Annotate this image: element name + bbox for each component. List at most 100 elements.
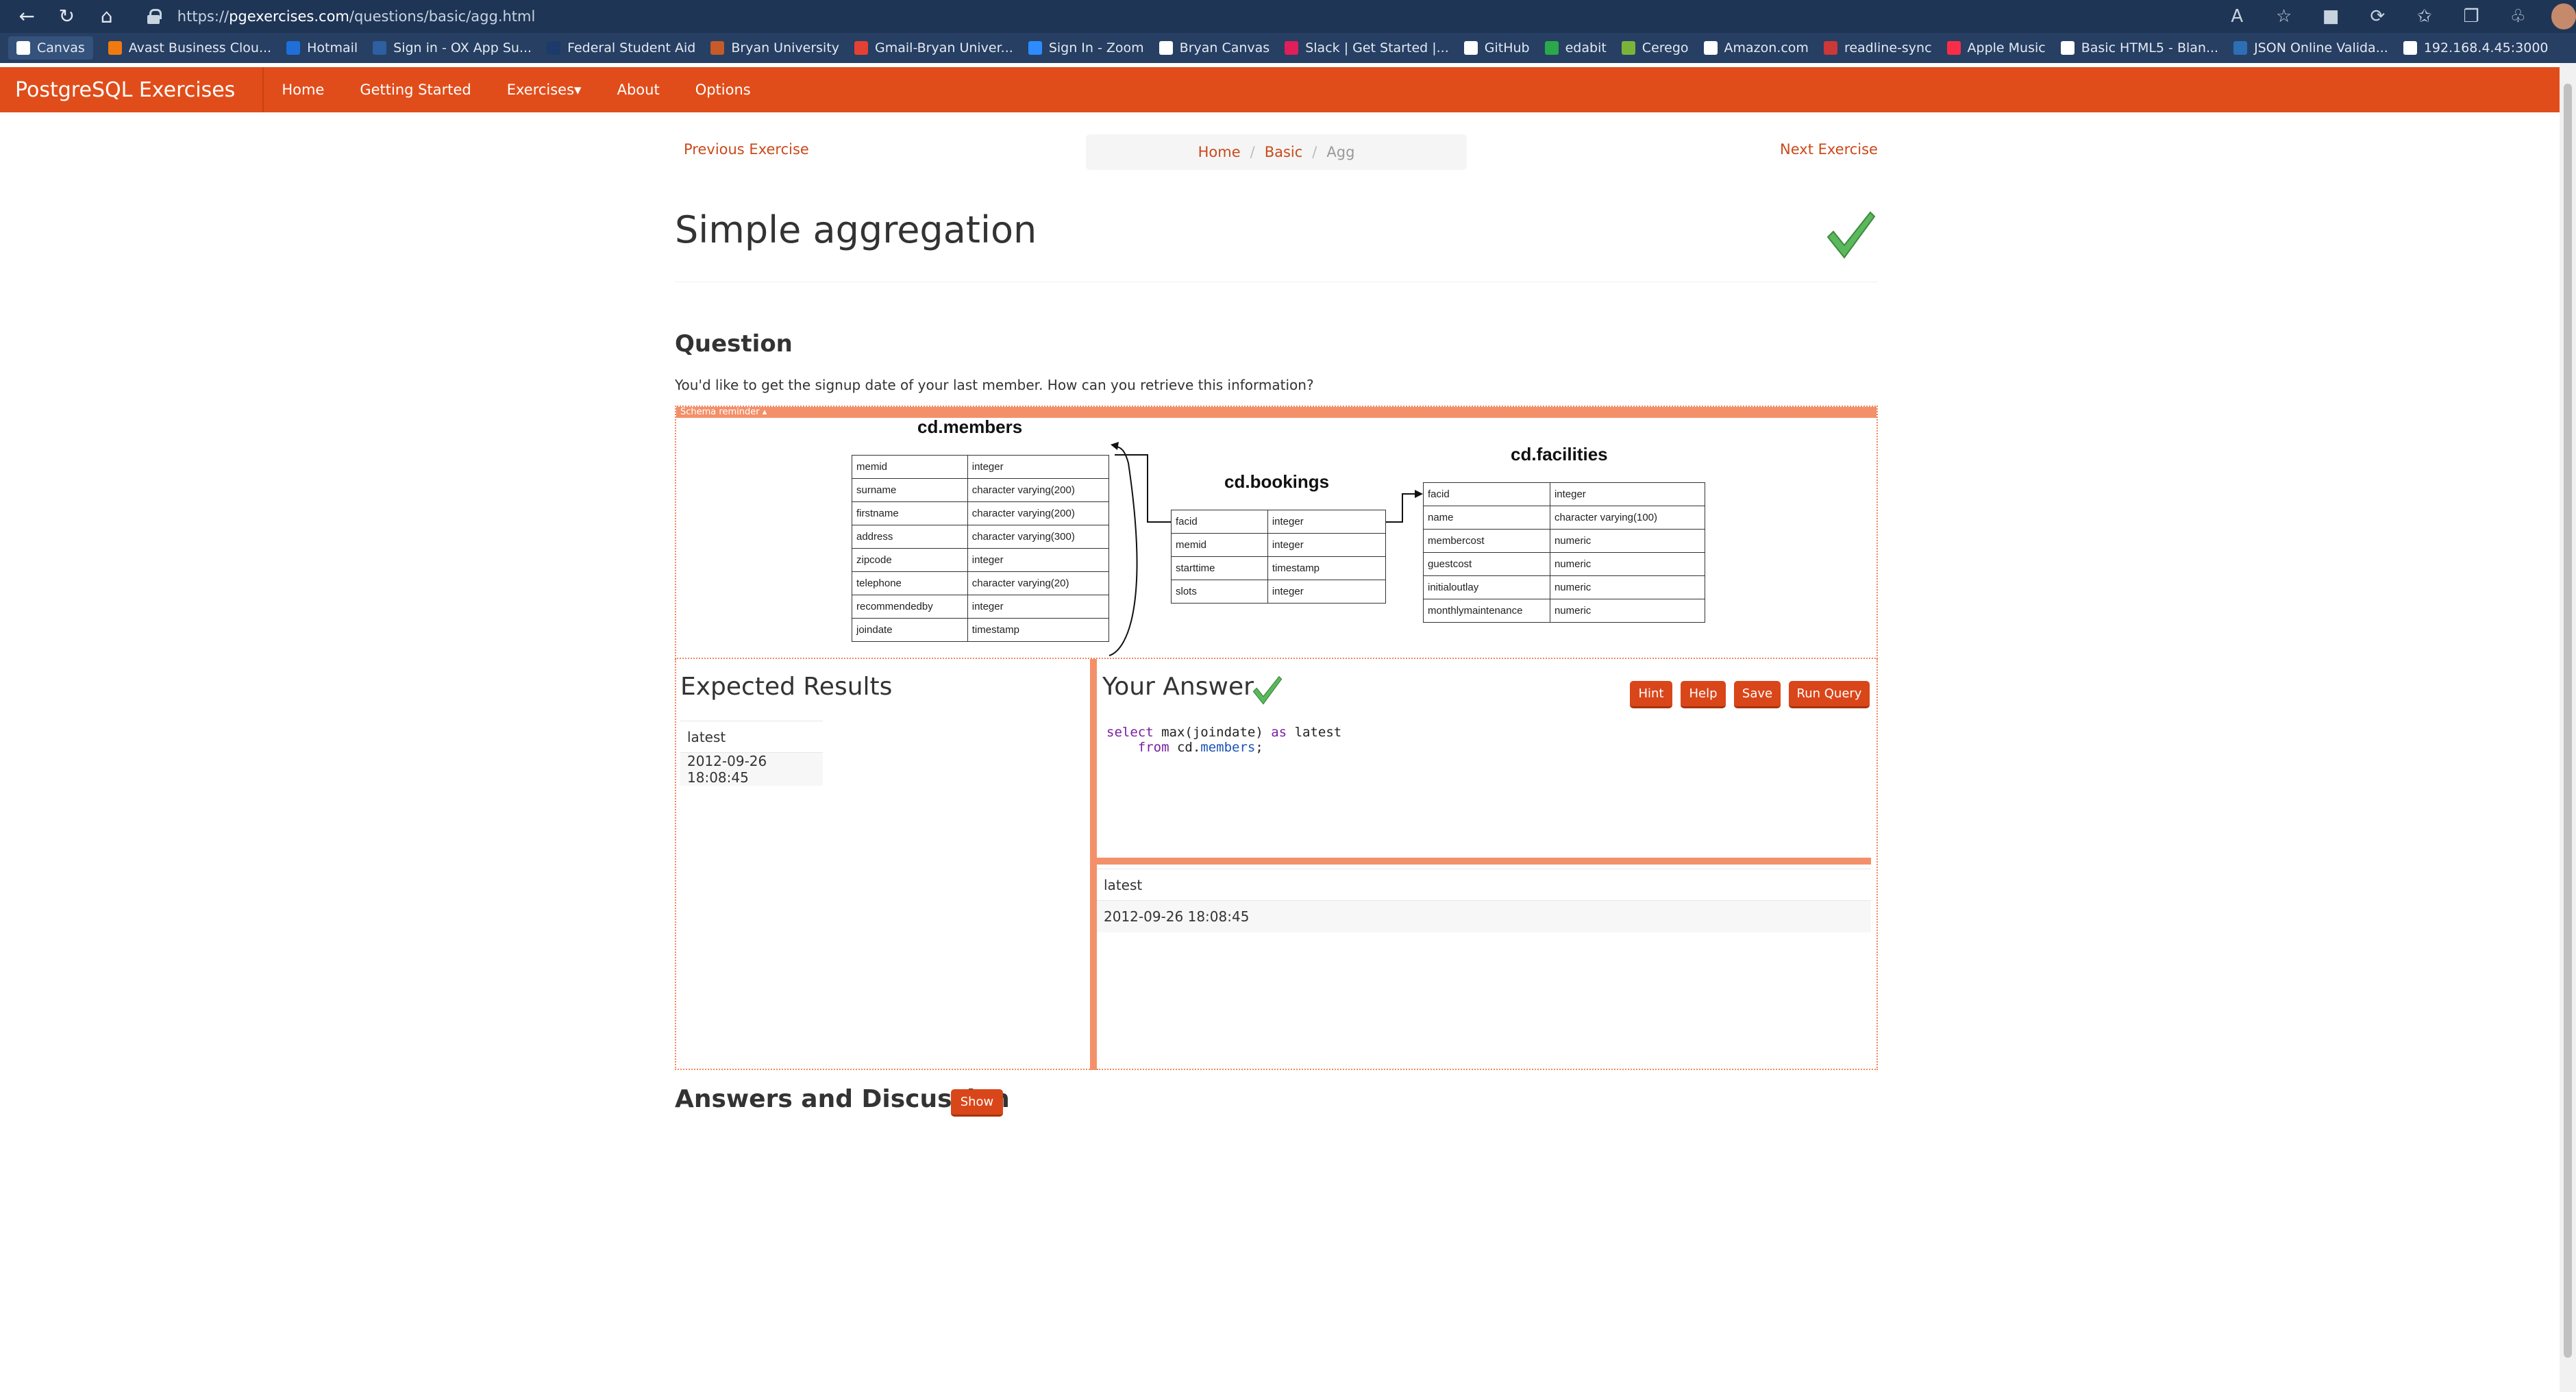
bookmark-favicon-icon [1463, 41, 1478, 55]
code-table-name: members [1200, 740, 1256, 755]
bookmark-label: Canvas [37, 40, 85, 55]
bookmark-favicon-icon [1028, 41, 1042, 55]
collections-icon[interactable]: ❐ [2459, 3, 2484, 29]
bookmark-item[interactable]: Apple Music [1946, 36, 2046, 60]
bookmark-item[interactable]: Bryan University [710, 36, 839, 60]
bookmark-label: Sign In - Zoom [1048, 40, 1144, 55]
code-text: max(joindate) [1153, 725, 1272, 740]
bookmark-item[interactable]: Amazon.com [1703, 36, 1809, 60]
bookmark-label: Sign in - OX App Su... [393, 40, 532, 55]
bookmark-item[interactable]: Sign in - OX App Su... [373, 36, 532, 60]
table-row: 2012-09-26 18:08:45 [1097, 900, 1871, 932]
bookmark-label: Apple Music [1967, 40, 2046, 55]
bookmark-item[interactable]: Avast Business Clou... [108, 36, 271, 60]
bookmark-favicon-icon [16, 41, 30, 55]
previous-exercise-link[interactable]: Previous Exercise [684, 141, 809, 158]
bookmark-item[interactable]: 192.168.4.45:3000 [2403, 36, 2549, 60]
back-icon[interactable]: ← [14, 3, 40, 30]
bookmark-favicon-icon [1823, 41, 1837, 55]
help-button[interactable]: Help [1681, 681, 1726, 708]
bookmark-favicon-icon [2403, 41, 2417, 55]
bookmark-item[interactable]: Sign In - Zoom [1028, 36, 1144, 60]
extensions-icon[interactable]: ♧ [2505, 3, 2530, 29]
run-query-button[interactable]: Run Query [1789, 681, 1870, 708]
bookmark-label: Avast Business Clou... [128, 40, 272, 55]
bookmark-label: edabit [1565, 40, 1607, 55]
lock-icon [145, 8, 162, 25]
bookmark-favicon-icon [286, 41, 301, 55]
home-icon[interactable]: ⌂ [94, 3, 120, 30]
bookmark-item[interactable]: Slack | Get Started |... [1285, 36, 1449, 60]
panel-splitter[interactable] [1090, 659, 1097, 1070]
table-row: latest [680, 721, 823, 753]
breadcrumb-home[interactable]: Home [1198, 144, 1241, 160]
next-exercise-link[interactable]: Next Exercise [1780, 141, 1878, 158]
code-keyword: select [1106, 725, 1154, 740]
breadcrumb: Home / Basic / Agg [1086, 134, 1467, 170]
bookmark-label: Federal Student Aid [567, 40, 696, 55]
schema-reminder: Schema reminder ▴ cd.members memid intege… [675, 406, 1878, 659]
bookmark-label: Cerego [1642, 40, 1689, 55]
url-path: /questions/basic/agg.html [349, 8, 536, 25]
nav-about[interactable]: About [599, 67, 678, 112]
nav-getting-started[interactable]: Getting Started [342, 67, 488, 112]
bookmark-item[interactable]: JSON Online Valida... [2233, 36, 2388, 60]
bookmark-favicon-icon [108, 41, 122, 55]
question-text: You'd like to get the signup date of you… [675, 377, 1314, 393]
sync-icon[interactable]: ⟳ [2365, 3, 2390, 29]
bookmark-item[interactable]: Canvas [8, 36, 93, 60]
nav-exercises-dropdown[interactable]: Exercises▾ [489, 67, 599, 112]
favorite-star-icon[interactable]: ☆ [2271, 3, 2296, 29]
breadcrumb-separator: / [1250, 144, 1255, 160]
nav-options[interactable]: Options [678, 67, 769, 112]
bookmark-label: Bryan University [731, 40, 840, 55]
brand-link[interactable]: PostgreSQL Exercises [15, 78, 235, 102]
bookmark-item[interactable]: edabit [1544, 36, 1607, 60]
extension-icon[interactable]: ■ [2318, 3, 2343, 29]
bookmark-favicon-icon [373, 41, 387, 55]
save-button[interactable]: Save [1734, 681, 1781, 708]
favorites-icon[interactable]: ✩ [2412, 3, 2437, 29]
url-host: pgexercises.com [229, 8, 349, 25]
bookmark-item[interactable]: readline-sync [1823, 36, 1932, 60]
bookmark-label: Gmail-Bryan Univer... [875, 40, 1013, 55]
expected-results-heading: Expected Results [680, 673, 893, 701]
bookmark-item[interactable]: Bryan Canvas [1159, 36, 1270, 60]
column-header: latest [1097, 869, 1871, 901]
table-row: latest [1097, 869, 1871, 901]
bookmark-item[interactable]: Cerego [1621, 36, 1689, 60]
bookmark-favicon-icon [1703, 41, 1718, 55]
url-prefix: https:// [177, 8, 230, 25]
code-text: ; [1255, 740, 1263, 755]
browser-toolbar: ← ↻ ⌂ https://pgexercises.com/questions/… [0, 0, 2576, 33]
bookmark-label: readline-sync [1844, 40, 1932, 55]
bookmark-favicon-icon [547, 41, 561, 55]
results-splitter[interactable] [1097, 858, 1871, 865]
breadcrumb-basic[interactable]: Basic [1265, 144, 1303, 160]
bookmark-label: Hotmail [307, 40, 358, 55]
sql-editor[interactable]: select max(joindate) as latest from cd.m… [1106, 725, 1868, 855]
bookmark-favicon-icon [854, 41, 869, 55]
your-answer-heading: Your Answer [1102, 673, 1254, 701]
avatar[interactable] [2551, 3, 2576, 29]
bookmark-label: Amazon.com [1724, 40, 1809, 55]
nav-home[interactable]: Home [264, 67, 342, 112]
bookmark-favicon-icon [1946, 41, 1961, 55]
hint-button[interactable]: Hint [1630, 681, 1672, 708]
code-text: cd. [1169, 740, 1201, 755]
bookmark-item[interactable]: Basic HTML5 - Blan... [2060, 36, 2218, 60]
table-cell: 2012-09-26 18:08:45 [680, 752, 823, 786]
show-discussion-button[interactable]: Show [951, 1089, 1003, 1117]
read-aloud-icon[interactable]: A [2225, 3, 2249, 29]
address-bar[interactable]: https://pgexercises.com/questions/basic/… [145, 3, 2203, 30]
bookmark-item[interactable]: Federal Student Aid [547, 36, 695, 60]
refresh-icon[interactable]: ↻ [53, 3, 79, 30]
bookmark-item[interactable]: Hotmail [286, 36, 358, 60]
page-scrollbar[interactable] [2560, 63, 2576, 1392]
bookmark-item[interactable]: Gmail-Bryan Univer... [854, 36, 1013, 60]
column-header: latest [680, 721, 823, 753]
checkmark-icon [1252, 675, 1283, 705]
scrollbar-thumb[interactable] [2564, 84, 2572, 1358]
breadcrumb-current: Agg [1326, 144, 1355, 160]
bookmark-item[interactable]: GitHub [1463, 36, 1530, 60]
